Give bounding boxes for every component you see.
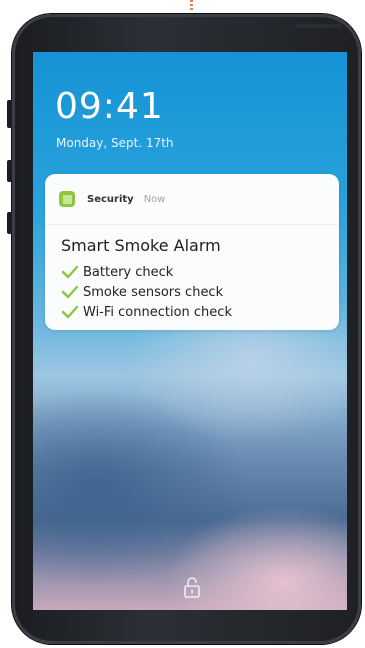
app-name: Security	[87, 193, 134, 205]
decorative-marker	[190, 0, 193, 12]
security-app-icon	[59, 191, 75, 207]
volume-up-button	[7, 100, 12, 128]
notification-time: Now	[143, 193, 166, 205]
side-button	[7, 212, 12, 234]
list-item-label: Battery check	[83, 264, 174, 280]
volume-down-button	[7, 160, 12, 182]
lock-icon[interactable]	[183, 576, 201, 598]
list-item-label: Wi-Fi connection check	[83, 304, 232, 320]
check-icon	[61, 305, 79, 319]
list-item-label: Smoke sensors check	[83, 284, 224, 300]
clock-time: 09:41	[55, 86, 164, 127]
list-item: Battery check	[61, 262, 232, 282]
power-button	[294, 24, 342, 28]
checklist: Battery check Smoke sensors check Wi-Fi …	[61, 262, 232, 322]
notification-header: Security Now	[59, 190, 165, 208]
list-item: Smoke sensors check	[61, 282, 232, 302]
header-divider	[45, 224, 339, 225]
check-icon	[61, 265, 79, 279]
notification-card[interactable]: Security Now Smart Smoke Alarm Battery c…	[45, 174, 339, 330]
lock-screen: 09:41 Monday, Sept. 17th Security Now Sm…	[33, 52, 347, 610]
clock-date: Monday, Sept. 17th	[56, 136, 174, 150]
list-item: Wi-Fi connection check	[61, 302, 232, 322]
notification-title: Smart Smoke Alarm	[61, 236, 221, 255]
check-icon	[61, 285, 79, 299]
